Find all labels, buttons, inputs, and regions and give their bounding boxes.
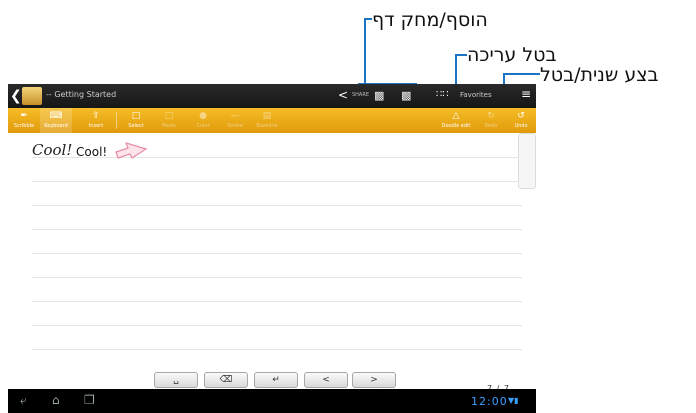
doodle-edit-label: Doodle edit [441,123,471,129]
select-label: Select [128,123,144,129]
ruled-line [32,349,522,350]
page-scrollbar[interactable] [518,133,536,189]
space-key[interactable]: ␣ [154,372,198,388]
undo-icon: ↺ [517,111,525,121]
paste-icon: □ [164,111,174,121]
redo-label: Redo [484,123,498,129]
wifi-battery-icon: ▼▮ [508,396,519,405]
toolbar-divider [116,112,117,129]
ruled-line [32,301,522,302]
action-bar: ❮ -- Getting Started < SHARE ▩ ▩ ∷∷ Favo… [8,84,536,108]
stroke-icon: — [230,111,240,121]
scribble-label: Scribble [13,123,35,129]
paste-label: Paste [162,123,176,129]
baseline-button[interactable]: ▤ Baseline [252,108,282,133]
color-label: Color [196,123,210,129]
insert-button[interactable]: ⇧ Insert [80,108,112,133]
callout-redo-undo: בצע שנית/בטל [540,64,659,86]
ruled-line [32,205,522,206]
paste-button[interactable]: □ Paste [154,108,184,133]
insert-icon: ⇧ [92,111,100,121]
back-arrow-icon[interactable]: ❮ [10,88,22,104]
redo-icon: ↻ [487,111,495,121]
system-bar: ⤶ ⌂ ❐ 12:00 ▼▮ [8,389,536,413]
callout-cancel-edit: בטל עריכה [467,44,557,66]
ruled-line [32,181,522,182]
color-button[interactable]: ● Color [188,108,218,133]
keyboard-icon: ⌨ [49,111,63,121]
back-nav-icon[interactable]: ⤶ [20,393,27,408]
typed-text[interactable]: Cool! [76,145,107,159]
doodle-edit-icon: △ [452,111,460,121]
add-page-icon[interactable]: ▩ [374,89,385,102]
stroke-label: Stroke [227,123,243,129]
notebook-title: -- Getting Started [46,90,117,99]
ruled-line [32,325,522,326]
doodle-edit-button[interactable]: △ Doodle edit [438,108,474,133]
insert-label: Insert [88,123,104,129]
ruled-line [32,229,522,230]
callout-line [364,18,372,86]
favorites-button[interactable]: Favorites [460,91,492,99]
overflow-menu-icon[interactable]: ≡ [521,87,531,101]
keyboard-button[interactable]: ⌨ Keyboard [40,108,72,133]
callout-add-delete-page: הוסף/מחק דף [372,9,488,31]
share-label: SHARE [352,92,369,98]
grid-view-icon[interactable]: ∷∷ [436,89,449,100]
pink-arrow-doodle[interactable] [114,140,150,162]
baseline-label: Baseline [256,123,278,129]
delete-page-icon[interactable]: ▩ [401,89,412,102]
redo-button[interactable]: ↻ Redo [478,108,504,133]
stroke-button[interactable]: — Stroke [220,108,250,133]
baseline-icon: ▤ [262,111,272,121]
undo-button[interactable]: ↺ Undo [508,108,534,133]
ruled-line [32,253,522,254]
select-button[interactable]: □ Select [120,108,152,133]
ruled-line [32,277,522,278]
keyboard-label: Keyboard [44,123,68,129]
backspace-key[interactable]: ⌫ [204,372,248,388]
share-icon[interactable]: < [338,88,348,102]
home-nav-icon[interactable]: ⌂ [52,393,60,407]
clock: 12:00 [471,395,508,408]
scribble-button[interactable]: ✒ Scribble [8,108,40,133]
scribble-icon: ✒ [20,111,28,121]
handwritten-text[interactable]: Cool! [32,141,72,159]
enter-key[interactable]: ↵ [254,372,298,388]
left-arrow-key[interactable]: < [304,372,348,388]
select-icon: □ [131,111,141,121]
undo-label: Undo [514,123,528,129]
notebook-icon [22,87,42,105]
note-page[interactable]: Cool! Cool! ␣ ⌫ ↵ < > 7 / 7 [8,133,536,393]
recent-apps-icon[interactable]: ❐ [84,393,95,407]
edit-toolbar: ✒ Scribble ⌨ Keyboard ⇧ Insert □ Select … [8,108,536,133]
right-arrow-key[interactable]: > [352,372,396,388]
color-dot-icon: ● [199,111,207,121]
